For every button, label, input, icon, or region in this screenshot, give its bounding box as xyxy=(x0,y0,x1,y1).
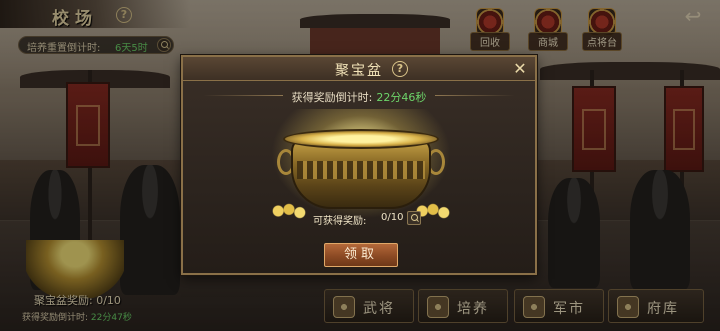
treasure-pot-dialog: 聚宝盆 ? ✕ 获得奖励倒计时: 22分46秒 可获得奖励: 0/10 领取 xyxy=(181,55,537,275)
close-icon[interactable]: ✕ xyxy=(511,60,529,78)
gold-coins-icon xyxy=(271,203,307,219)
reward-label: 可获得奖励: xyxy=(313,216,367,227)
countdown-value: 22分46秒 xyxy=(376,91,427,104)
reward-value: 0/10 xyxy=(381,212,404,223)
countdown-label: 获得奖励倒计时: xyxy=(291,91,373,104)
search-icon[interactable] xyxy=(407,211,421,225)
help-icon[interactable]: ? xyxy=(392,61,408,77)
dialog-header: 聚宝盆 ? ✕ xyxy=(183,57,535,81)
dialog-title: 聚宝盆 xyxy=(335,63,383,79)
pot-rim xyxy=(283,129,439,149)
pot-pattern-band xyxy=(297,161,425,179)
reward-countdown: 获得奖励倒计时: 22分46秒 xyxy=(183,89,535,105)
reward-progress: 可获得奖励: 0/10 xyxy=(311,211,423,227)
claim-button[interactable]: 领取 xyxy=(324,243,398,267)
